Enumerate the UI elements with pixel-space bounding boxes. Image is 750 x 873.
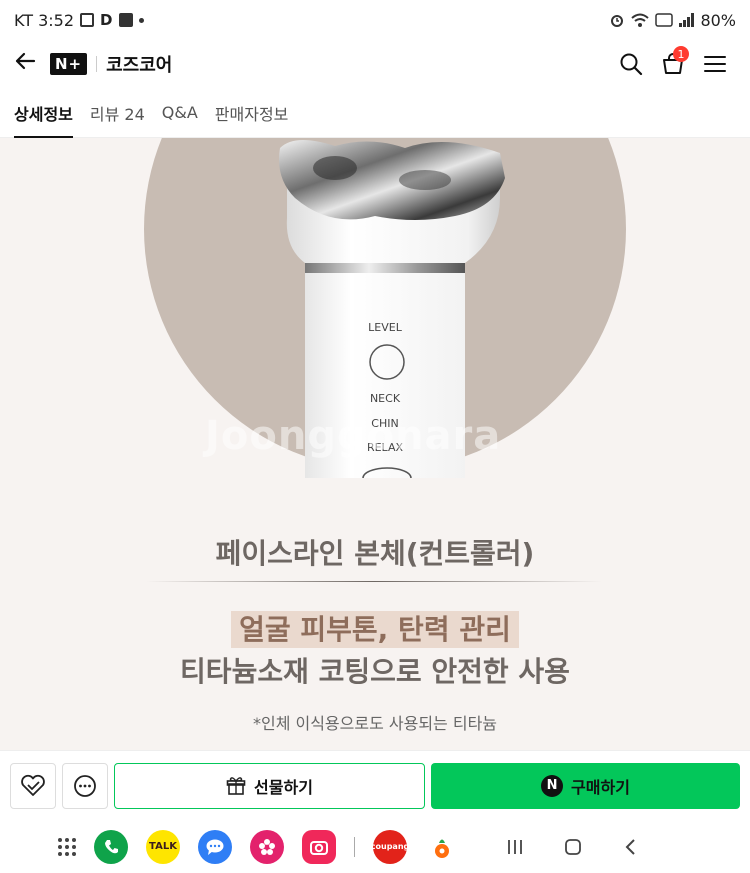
note-icon xyxy=(118,13,133,27)
tab-reviews[interactable]: 리뷰 24 xyxy=(90,88,145,138)
tab-qna[interactable]: Q&A xyxy=(162,88,198,138)
search-button[interactable] xyxy=(610,44,652,84)
subline: 티타늄소재 코팅으로 안전한 사용 xyxy=(180,655,570,688)
footnote: *인체 이식용으로도 사용되는 티타늄 xyxy=(252,714,498,733)
tab-seller-info[interactable]: 판매자정보 xyxy=(215,88,289,138)
carrier-time: KT 3:52 xyxy=(14,10,75,30)
system-taskbar: TALK coupang xyxy=(0,820,750,873)
camera-app-icon[interactable] xyxy=(302,829,336,864)
d-app-icon: D xyxy=(100,11,113,29)
more-notifications-icon xyxy=(138,17,144,23)
heart-check-icon xyxy=(21,774,45,796)
product-detail-image: LEVEL NECK CHIN RELAX Joonggonara 페이스라인 … xyxy=(0,138,750,750)
buy-label: 구매하기 xyxy=(571,777,630,797)
back-button[interactable] xyxy=(14,49,46,79)
taskbar-divider xyxy=(354,836,355,857)
gift-icon xyxy=(226,776,246,795)
product-tabs: 상세정보 리뷰 24 Q&A 판매자정보 xyxy=(0,88,750,138)
talk-button[interactable] xyxy=(62,762,108,809)
carrot-app-icon[interactable] xyxy=(425,829,459,864)
gift-button[interactable]: 선물하기 xyxy=(114,762,425,809)
headline-divider xyxy=(146,581,602,582)
gift-label: 선물하기 xyxy=(254,777,313,797)
system-back-button[interactable] xyxy=(611,837,651,857)
back-arrow-icon xyxy=(15,52,36,70)
watermark: Joonggonara xyxy=(205,413,502,459)
recents-button[interactable] xyxy=(495,838,535,856)
coupang-app-icon[interactable]: coupang xyxy=(371,829,409,864)
alarm-icon xyxy=(611,15,624,27)
buy-button[interactable]: N 구매하기 xyxy=(431,762,740,809)
brand[interactable]: N+ 코즈코어 xyxy=(50,51,172,77)
battery-level: 80% xyxy=(700,10,736,30)
level-label: LEVEL xyxy=(368,321,403,334)
neck-label: NECK xyxy=(370,392,401,405)
wishlist-button[interactable] xyxy=(10,762,56,809)
tab-detail[interactable]: 상세정보 xyxy=(14,88,73,138)
cart-button[interactable]: 1 xyxy=(652,44,694,84)
volte-icon xyxy=(655,13,674,27)
chevron-left-icon xyxy=(625,838,635,855)
brand-divider xyxy=(96,56,98,72)
home-button[interactable] xyxy=(553,837,593,857)
chat-bubble-icon xyxy=(74,774,96,797)
wifi-icon xyxy=(631,13,650,27)
cart-count-badge: 1 xyxy=(673,46,689,62)
highlight-line: 얼굴 피부톤, 탄력 관리 xyxy=(0,608,750,648)
phone-app-icon[interactable] xyxy=(94,829,128,864)
search-icon xyxy=(620,53,643,76)
flower-app-icon[interactable] xyxy=(250,829,284,864)
messages-app-icon[interactable] xyxy=(198,829,232,864)
kakaotalk-app-icon[interactable]: TALK xyxy=(146,829,180,864)
naver-n-icon: N xyxy=(541,774,564,797)
gallery-icon xyxy=(80,13,95,27)
status-bar: KT 3:52 D 80% xyxy=(0,0,750,40)
app-drawer-icon[interactable] xyxy=(58,837,76,856)
store-name[interactable]: 코즈코어 xyxy=(106,51,172,77)
hamburger-menu-icon xyxy=(704,56,726,72)
home-icon xyxy=(565,838,581,855)
app-header: N+ 코즈코어 1 xyxy=(0,40,750,88)
highlight-text: 얼굴 피부톤, 탄력 관리 xyxy=(231,611,519,648)
signal-icon xyxy=(679,13,695,27)
menu-button[interactable] xyxy=(694,44,736,84)
recents-icon xyxy=(508,839,522,854)
purchase-action-bar: 선물하기 N 구매하기 xyxy=(0,750,750,820)
product-headline: 페이스라인 본체(컨트롤러) xyxy=(215,537,535,570)
naver-plus-logo: N+ xyxy=(50,53,88,75)
